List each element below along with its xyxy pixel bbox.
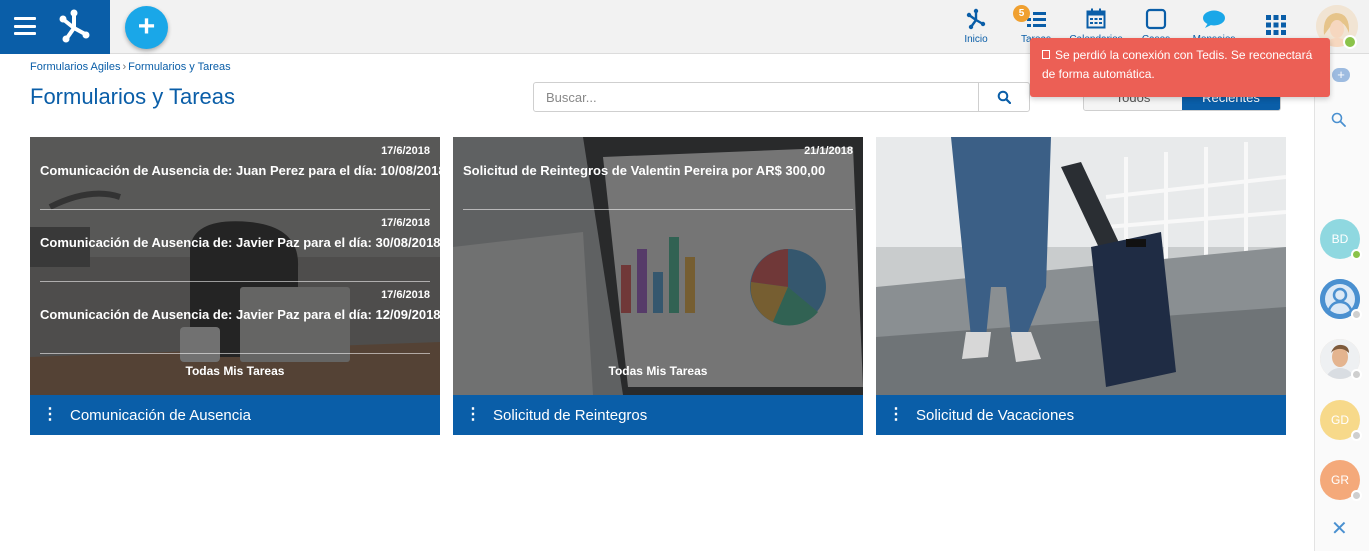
search-icon (997, 90, 1011, 104)
contact-avatar[interactable]: BD (1320, 219, 1362, 260)
more-options-icon[interactable]: ⋮ (453, 407, 493, 423)
task-divider (40, 281, 430, 282)
task-date: 17/6/2018 (381, 289, 430, 301)
chat-bubble-icon (1203, 10, 1225, 28)
contact-status-dot (1351, 309, 1362, 320)
calendar-icon (1086, 8, 1106, 29)
all-my-tasks-link[interactable]: Todas Mis Tareas (453, 364, 863, 378)
task-description: Comunicación de Ausencia de: Javier Paz … (40, 307, 441, 322)
nav-inicio[interactable]: Inicio (955, 6, 997, 50)
task-date: 17/6/2018 (381, 217, 430, 229)
more-options-icon[interactable]: ⋮ (876, 407, 916, 423)
breadcrumb: Formularios Agiles › Formularios y Tareas (30, 61, 231, 73)
task-description: Solicitud de Reintegros de Valentin Pere… (463, 163, 826, 178)
breadcrumb-separator: › (122, 61, 127, 73)
card-footer[interactable]: ⋮ Solicitud de Reintegros (453, 395, 863, 435)
card-solicitud-vacaciones: ⋮ Solicitud de Vacaciones (876, 137, 1286, 435)
tasks-count-badge: 5 (1013, 5, 1030, 22)
card-solicitud-reintegros: 21/1/2018 Solicitud de Reintegros de Val… (453, 137, 863, 435)
card-title: Comunicación de Ausencia (70, 406, 251, 424)
apps-grid-icon (1266, 15, 1286, 35)
home-network-icon (966, 8, 986, 30)
breadcrumb-item-formularios-agiles[interactable]: Formularios Agiles (30, 61, 120, 73)
task-divider (463, 209, 853, 210)
task-divider (40, 353, 430, 354)
search-icon (1331, 112, 1346, 127)
card-footer[interactable]: ⋮ Solicitud de Vacaciones (876, 395, 1286, 435)
task-date: 21/1/2018 (804, 145, 853, 157)
contact-avatar[interactable]: GD (1320, 400, 1362, 441)
contact-avatar[interactable] (1320, 339, 1362, 380)
create-new-button[interactable]: + (125, 6, 168, 49)
contact-status-dot (1351, 249, 1362, 260)
task-item[interactable]: 17/6/2018 Comunicación de Ausencia de: J… (40, 145, 446, 210)
nav-label: Inicio (964, 34, 988, 45)
contact-status-dot (1351, 490, 1362, 501)
brand-area (0, 0, 110, 54)
travel-suitcase-photo (876, 137, 1286, 395)
card-comunicacion-ausencia: 17/6/2018 Comunicación de Ausencia de: J… (30, 137, 446, 435)
add-contact-button[interactable]: + (1332, 68, 1350, 82)
card-title: Solicitud de Reintegros (493, 406, 648, 424)
cases-square-icon (1145, 8, 1167, 30)
task-date: 17/6/2018 (381, 145, 430, 157)
breadcrumb-item-formularios-y-tareas[interactable]: Formularios y Tareas (128, 61, 231, 73)
contact-avatar[interactable] (1320, 279, 1362, 320)
contacts-search-button[interactable] (1331, 112, 1346, 132)
contact-initials: GD (1331, 413, 1349, 427)
task-item[interactable]: 17/6/2018 Comunicación de Ausencia de: J… (40, 289, 441, 354)
search-input[interactable] (534, 83, 978, 111)
toast-message: Se perdió la conexión con Tedis. Se reco… (1042, 48, 1313, 81)
connection-lost-toast[interactable]: Se perdió la conexión con Tedis. Se reco… (1030, 38, 1330, 97)
contact-avatar[interactable]: GR (1320, 460, 1362, 501)
close-sidebar-icon[interactable]: ✕ (1331, 519, 1348, 539)
menu-icon[interactable] (14, 17, 36, 35)
task-divider (40, 209, 430, 210)
contact-initials: BD (1331, 232, 1349, 246)
contact-status-dot (1351, 369, 1362, 380)
more-options-icon[interactable]: ⋮ (30, 407, 70, 423)
page-title: Formularios y Tareas (30, 84, 235, 109)
task-description: Comunicación de Ausencia de: Juan Perez … (40, 163, 446, 178)
app-logo-icon[interactable] (54, 6, 94, 46)
task-description: Comunicación de Ausencia de: Javier Paz … (40, 235, 441, 250)
contact-status-dot (1351, 430, 1362, 441)
card-image (876, 137, 1286, 395)
search-button[interactable] (978, 83, 1029, 111)
all-my-tasks-link[interactable]: Todas Mis Tareas (30, 364, 440, 378)
toast-square-icon (1042, 50, 1050, 59)
user-online-status (1343, 35, 1357, 49)
contact-initials: GR (1331, 473, 1349, 487)
search-box (533, 82, 1030, 112)
card-footer[interactable]: ⋮ Comunicación de Ausencia (30, 395, 440, 435)
card-title: Solicitud de Vacaciones (916, 406, 1075, 424)
task-item[interactable]: 21/1/2018 Solicitud de Reintegros de Val… (463, 145, 853, 210)
task-item[interactable]: 17/6/2018 Comunicación de Ausencia de: J… (40, 217, 441, 282)
